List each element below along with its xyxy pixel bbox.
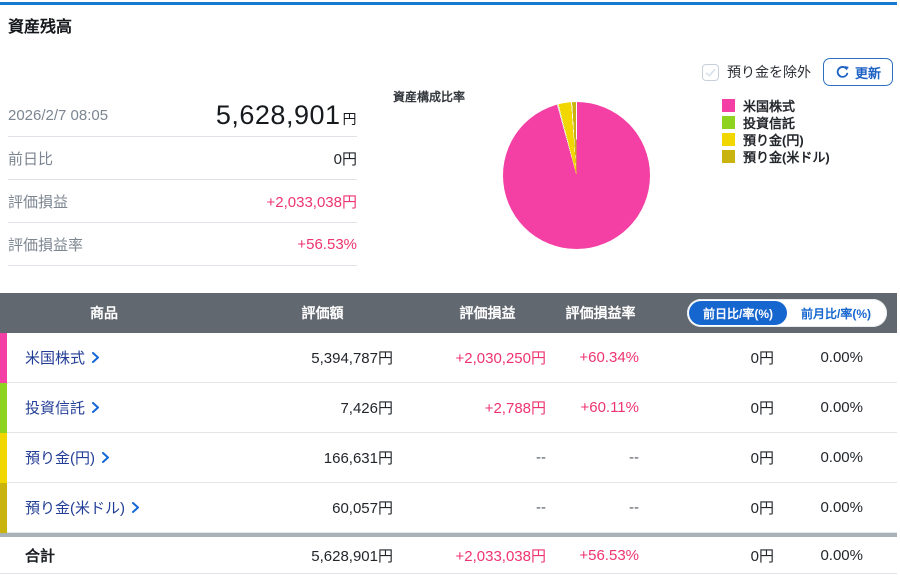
header-controls: 預り金を除外 更新	[701, 57, 893, 87]
col-header-pl: 評価損益	[459, 305, 516, 321]
legend-label: 預り金(米ドル)	[743, 150, 830, 165]
valuation-cell: 60,057円	[332, 500, 393, 517]
valuation-cell: 166,631円	[323, 450, 393, 467]
pl-pct-cell: --	[629, 499, 639, 516]
chevron-right-icon	[132, 502, 139, 513]
chevron-right-icon	[92, 352, 100, 363]
toggle-monthly-button[interactable]: 前月比/率(%)	[787, 301, 885, 325]
summary-row: 評価損益 +2,033,038円	[8, 180, 357, 223]
page-title: 資産残高	[8, 19, 73, 36]
summary-detail-rows: 前日比 0円 評価損益 +2,033,038円 評価損益率 +56.53%	[8, 137, 357, 266]
summary-row: 評価損益率 +56.53%	[8, 223, 357, 266]
valuation-cell: 7,426円	[340, 400, 393, 417]
product-name: 預り金(円)	[25, 450, 95, 467]
checkbox-box[interactable]	[701, 63, 719, 81]
summary-row-label: 評価損益率	[8, 236, 84, 254]
chevron-right-icon	[102, 452, 109, 463]
summary-row-value: 0円	[333, 150, 357, 168]
pl-cell: --	[536, 449, 546, 466]
day-change-cell: 0円	[750, 450, 774, 467]
product-link[interactable]: 投資信託	[0, 397, 208, 418]
legend-swatch	[722, 133, 735, 146]
refresh-button[interactable]: 更新	[822, 58, 893, 86]
total-row: 合計 5,628,901円 +2,033,038円 +56.53% 0円 0.0…	[0, 533, 897, 574]
col-header-product: 商品	[90, 305, 118, 321]
legend-swatch	[722, 116, 735, 129]
table-header: 商品 評価額 評価損益 評価損益率 前日比/率(%) 前月比/率(%)	[0, 293, 897, 333]
day-pct-cell: 0.00%	[820, 349, 863, 366]
day-pct-cell: 0.00%	[820, 499, 863, 516]
chevron-right-icon	[92, 402, 100, 413]
product-name: 投資信託	[25, 400, 86, 417]
pl-cell: +2,030,250円	[455, 350, 547, 367]
as-of-timestamp: 2026/2/7 08:05	[8, 106, 109, 124]
summary-row-value: +56.53%	[297, 235, 357, 253]
total-valuation: 5,628,901円	[311, 547, 393, 565]
holdings-table: 商品 評価額 評価損益 評価損益率 前日比/率(%) 前月比/率(%) 米国株式…	[0, 293, 897, 574]
toggle-daily-button[interactable]: 前日比/率(%)	[689, 301, 787, 325]
pl-pct-cell: --	[629, 449, 639, 466]
table-row: 投資信託 7,426円 +2,788円 +60.11% 0円 0.00%	[0, 383, 897, 433]
total-day-pct: 0.00%	[820, 546, 863, 564]
legend-swatch	[722, 99, 735, 112]
pie-legend: 米国株式 投資信託 預り金(円) 預り金(米ドル)	[722, 97, 830, 165]
legend-item: 預り金(円)	[722, 131, 830, 148]
product-link[interactable]: 米国株式	[0, 347, 208, 368]
period-toggle: 前日比/率(%) 前月比/率(%)	[687, 299, 887, 327]
table-row: 米国株式 5,394,787円 +2,030,250円 +60.34% 0円 0…	[0, 333, 897, 383]
exclude-deposits-label: 預り金を除外	[726, 64, 811, 80]
refresh-icon	[836, 65, 849, 78]
total-asset-value: 5,628,901 円	[215, 99, 357, 130]
row-color-bar	[0, 433, 7, 483]
summary-row-label: 評価損益	[8, 193, 69, 211]
pl-pct-cell: +60.34%	[579, 349, 639, 366]
summary-panel: 2026/2/7 08:05 5,628,901 円 前日比 0円 評価損益 +2…	[8, 94, 357, 266]
pie-chart-title: 資産構成比率	[393, 90, 466, 104]
day-change-cell: 0円	[750, 400, 774, 417]
table-body: 米国株式 5,394,787円 +2,030,250円 +60.34% 0円 0…	[0, 333, 897, 533]
summary-row: 前日比 0円	[8, 137, 357, 180]
row-color-bar	[0, 483, 7, 533]
product-link[interactable]: 預り金(米ドル)	[0, 497, 208, 518]
product-name: 預り金(米ドル)	[25, 500, 125, 517]
total-label: 合計	[25, 547, 56, 565]
pl-cell: +2,788円	[484, 400, 546, 417]
asset-balance-page: 資産残高 預り金を除外 更新 2026/2/7 08:05 5,628,901 円…	[0, 0, 900, 586]
legend-item: 預り金(米ドル)	[722, 148, 830, 165]
check-icon	[705, 68, 716, 77]
asset-composition-pie	[503, 102, 650, 249]
total-pl: +2,033,038円	[455, 547, 547, 565]
row-color-bar	[0, 383, 7, 433]
total-day-change: 0円	[750, 547, 774, 565]
product-link[interactable]: 預り金(円)	[0, 447, 208, 468]
yen-suffix: 円	[342, 110, 357, 127]
col-header-pl-pct: 評価損益率	[565, 305, 636, 321]
exclude-deposits-checkbox[interactable]: 預り金を除外	[701, 62, 811, 82]
day-change-cell: 0円	[750, 500, 774, 517]
summary-row-label: 前日比	[8, 150, 54, 168]
legend-item: 米国株式	[722, 97, 830, 114]
day-pct-cell: 0.00%	[820, 449, 863, 466]
day-change-cell: 0円	[750, 350, 774, 367]
summary-total-row: 2026/2/7 08:05 5,628,901 円	[8, 94, 357, 137]
table-row: 預り金(米ドル) 60,057円 -- -- 0円 0.00%	[0, 483, 897, 533]
col-header-valuation: 評価額	[301, 305, 344, 321]
product-name: 米国株式	[25, 350, 86, 367]
valuation-cell: 5,394,787円	[311, 350, 393, 367]
day-pct-cell: 0.00%	[820, 399, 863, 416]
row-color-bar	[0, 333, 7, 383]
refresh-label: 更新	[854, 65, 881, 81]
total-pl-pct: +56.53%	[579, 546, 639, 564]
top-accent-line	[0, 2, 897, 5]
pl-cell: --	[536, 499, 546, 516]
legend-item: 投資信託	[722, 114, 830, 131]
legend-swatch	[722, 150, 735, 163]
table-row: 預り金(円) 166,631円 -- -- 0円 0.00%	[0, 433, 897, 483]
pl-pct-cell: +60.11%	[580, 399, 639, 416]
summary-row-value: +2,033,038円	[266, 193, 358, 211]
